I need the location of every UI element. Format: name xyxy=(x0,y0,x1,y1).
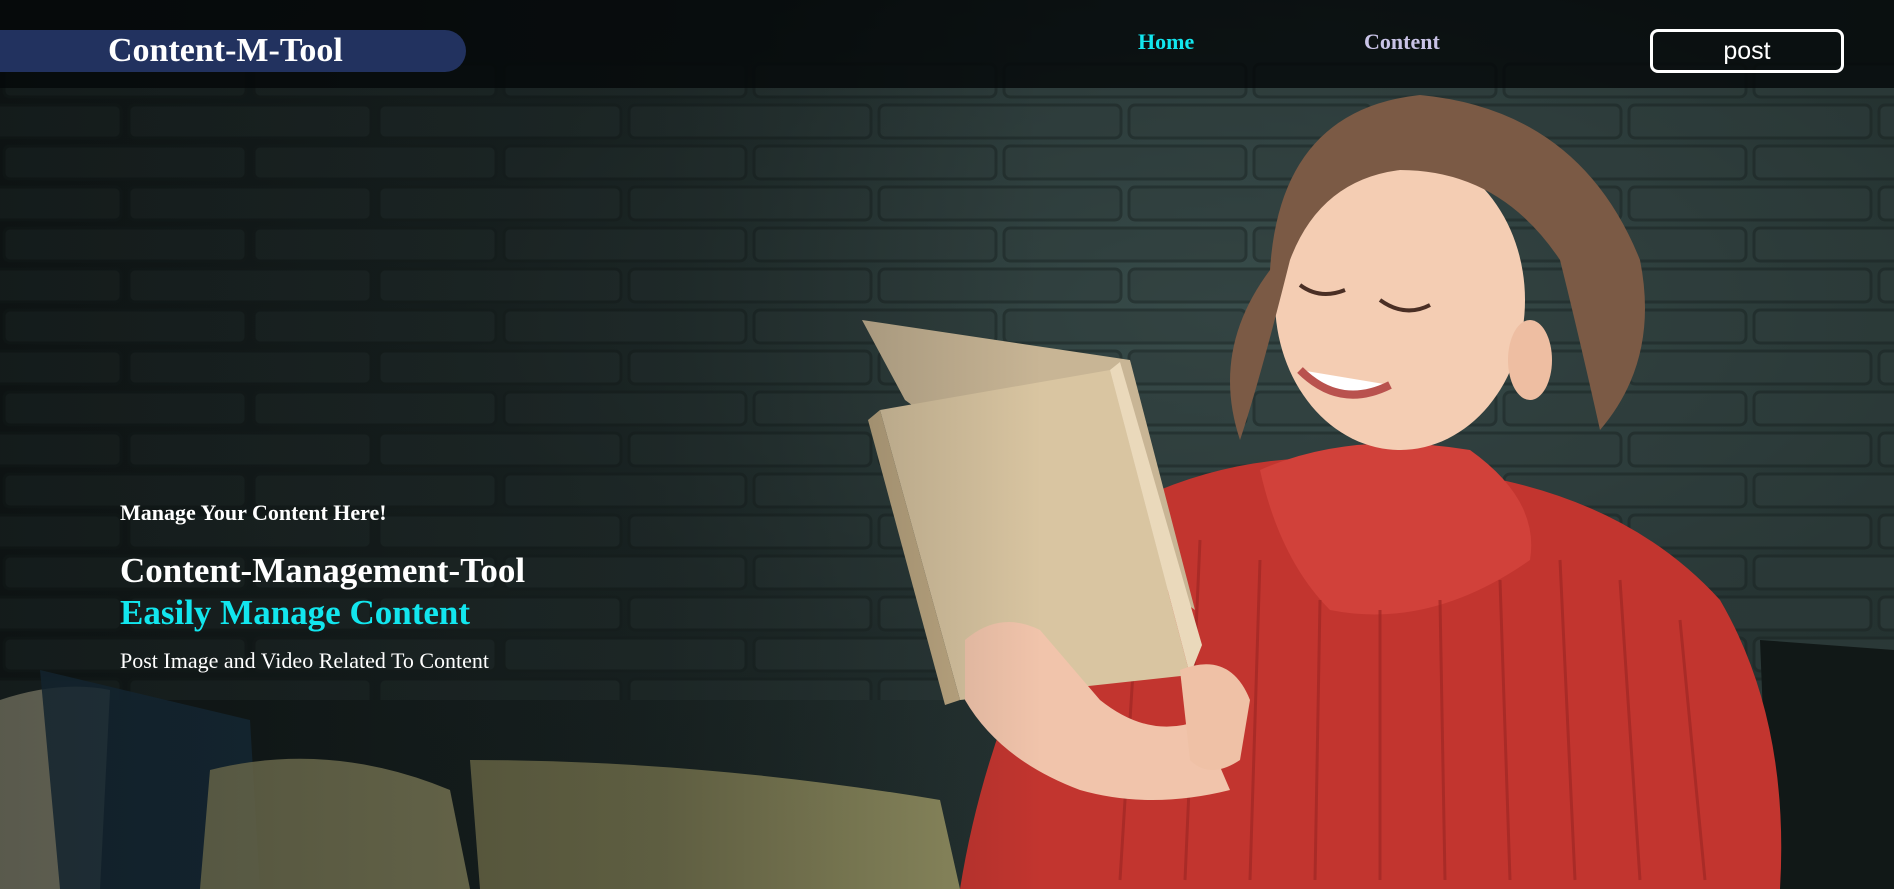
nav-link-content[interactable]: Content xyxy=(1364,27,1440,57)
hero-tagline: Manage Your Content Here! xyxy=(120,500,387,525)
hero-overlay xyxy=(0,0,1894,889)
hero-headline: Content-Management-Tool xyxy=(120,551,526,590)
hero-background-image xyxy=(0,0,1894,889)
hero-subheadline: Easily Manage Content xyxy=(120,593,470,632)
nav-link-home[interactable]: Home xyxy=(1138,27,1194,57)
brand-logo[interactable]: Content-M-Tool xyxy=(0,30,466,72)
top-navbar: Content-M-Tool Home Content post xyxy=(0,0,1894,88)
brand-name: Content-M-Tool xyxy=(108,32,343,69)
hero-description: Post Image and Video Related To Content xyxy=(120,648,490,673)
post-button[interactable]: post xyxy=(1650,29,1844,73)
